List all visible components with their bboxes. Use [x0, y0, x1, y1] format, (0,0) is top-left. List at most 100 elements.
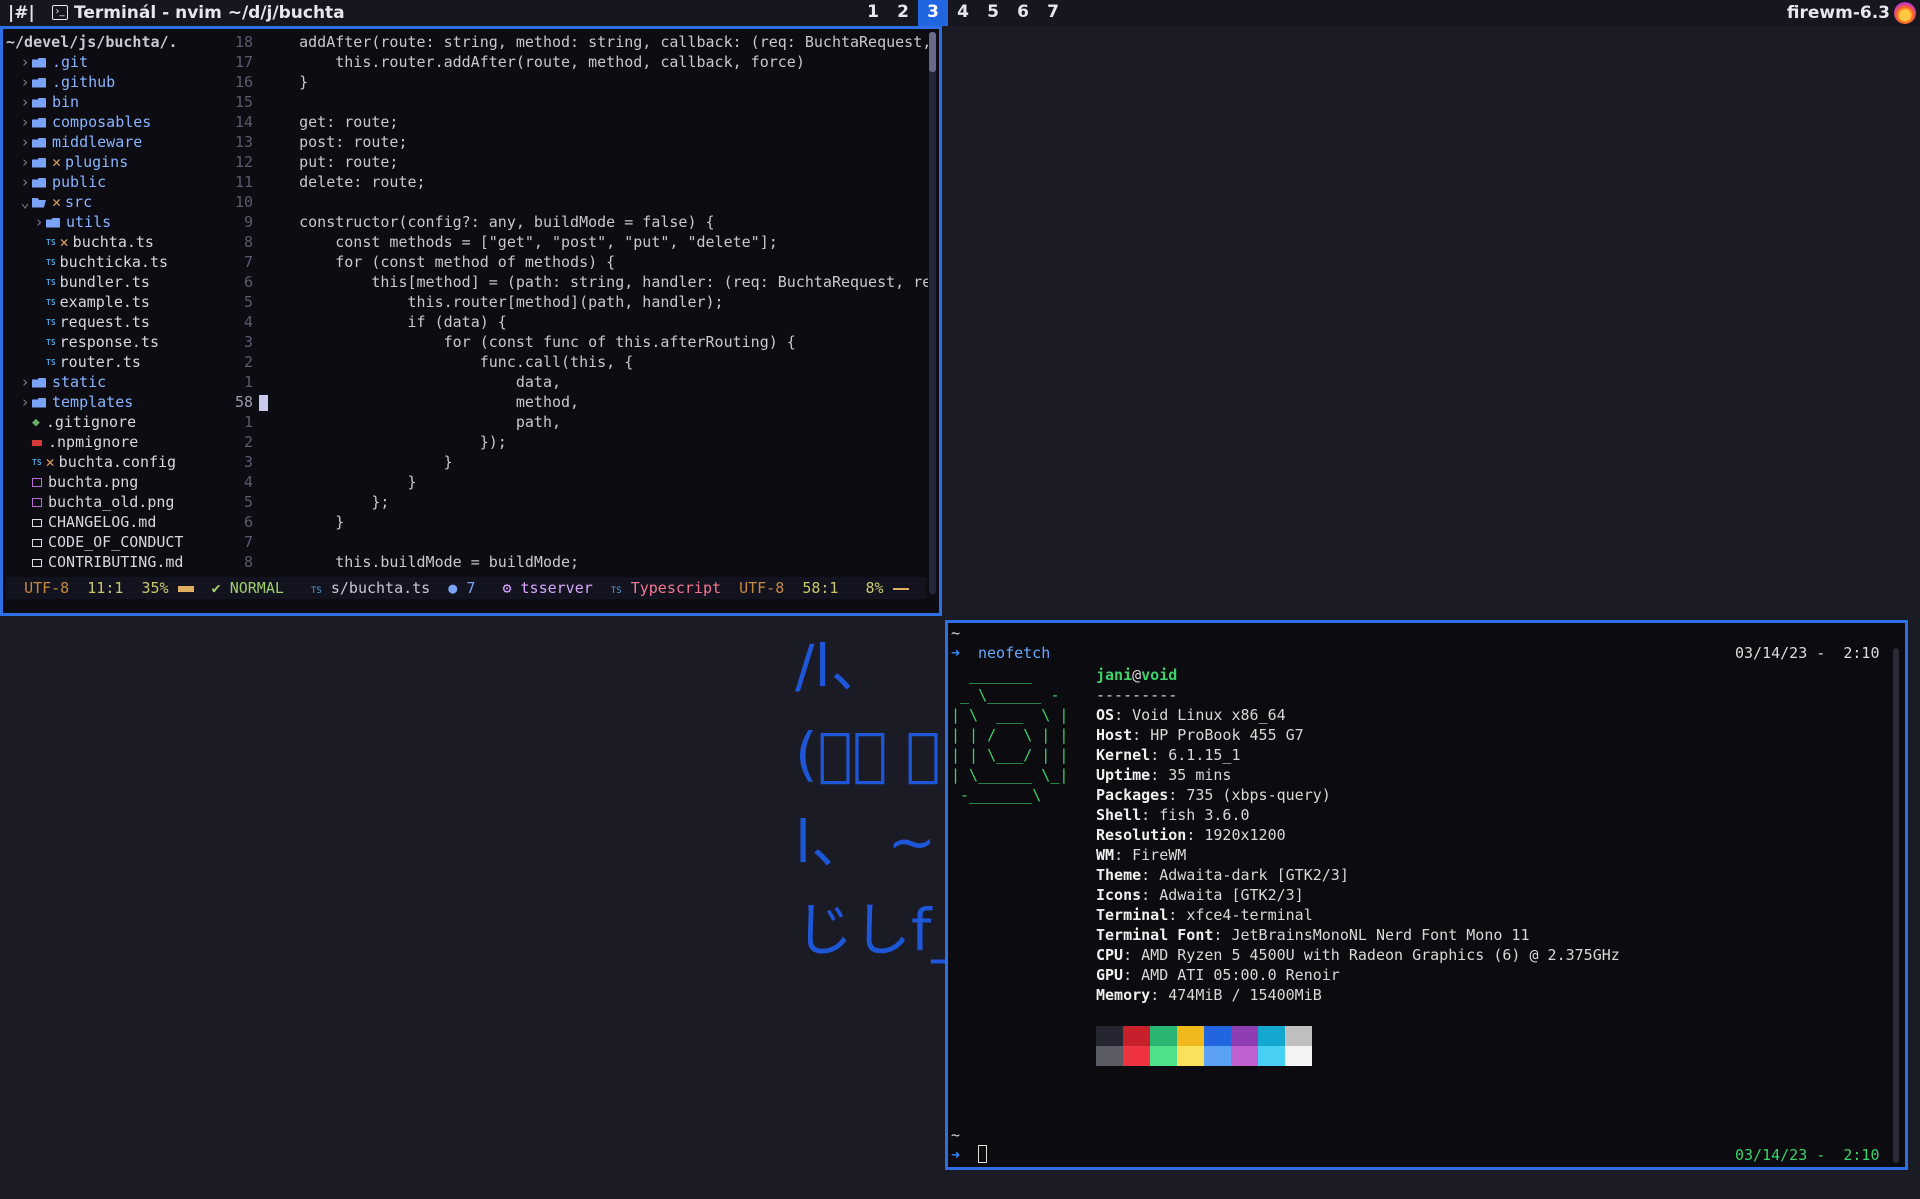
- tree-item[interactable]: › ✕ plugins: [6, 152, 201, 172]
- scrollbar-thumb[interactable]: [929, 32, 936, 72]
- tree-item[interactable]: › .github: [6, 72, 201, 92]
- workspace-3[interactable]: 3: [918, 0, 948, 26]
- tree-item[interactable]: CHANGELOG.md: [6, 512, 201, 532]
- info-value: AMD ATI 05:00.0 Renoir: [1141, 966, 1340, 984]
- caret-icon: ›: [20, 113, 30, 131]
- code-line[interactable]: 12 put: route;: [203, 152, 928, 172]
- code-line[interactable]: 3 }: [203, 452, 928, 472]
- code-line[interactable]: 4 if (data) {: [203, 312, 928, 332]
- layout-indicator[interactable]: |#|: [8, 3, 35, 23]
- folder-icon: [46, 217, 60, 228]
- tree-item[interactable]: › static: [6, 372, 201, 392]
- workspace-2[interactable]: 2: [888, 0, 918, 26]
- code-line[interactable]: 3 for (const func of this.afterRouting) …: [203, 332, 928, 352]
- code-line[interactable]: 1 path,: [203, 412, 928, 432]
- tree-item[interactable]: ◆ .gitignore: [6, 412, 201, 432]
- diagnostics-count: 7: [466, 579, 476, 597]
- caret-icon: ›: [20, 73, 30, 91]
- tree-item-label: buchta_old.png: [48, 493, 175, 511]
- tree-item[interactable]: › middleware: [6, 132, 201, 152]
- tree-item[interactable]: TS ✕ buchta.config: [6, 452, 201, 472]
- code-line[interactable]: 14 get: route;: [203, 112, 928, 132]
- tree-item[interactable]: TS router.ts: [6, 352, 201, 372]
- code-line[interactable]: 6 this[method] = (path: string, handler:…: [203, 272, 928, 292]
- tree-item[interactable]: CODE_OF_CONDUCT: [6, 532, 201, 552]
- info-key: Icons: [1096, 886, 1142, 904]
- tree-item-label: .npmignore: [48, 433, 139, 451]
- code-line[interactable]: 58 method,: [203, 392, 928, 412]
- tree-item[interactable]: TS ✕ buchta.ts: [6, 232, 201, 252]
- username: jani: [1096, 666, 1133, 684]
- tree-item[interactable]: TS buchticka.ts: [6, 252, 201, 272]
- terminal-scrollbar[interactable]: [1893, 648, 1899, 1163]
- git-icon: ◆: [32, 414, 40, 430]
- tree-item[interactable]: CONTRIBUTING.md: [6, 552, 201, 572]
- workspace-4[interactable]: 4: [948, 0, 978, 26]
- code-editor[interactable]: 18 addAfter(route: string, method: strin…: [203, 32, 928, 578]
- tree-item-label: buchta.ts: [72, 233, 154, 251]
- code-line[interactable]: 8 this.buildMode = buildMode;: [203, 552, 928, 572]
- tree-item[interactable]: ⌄ ✕ src: [6, 192, 201, 212]
- code-line[interactable]: 8 const methods = ["get", "post", "put",…: [203, 232, 928, 252]
- code-line[interactable]: 16 }: [203, 72, 928, 92]
- info-row: Uptime: 35 mins: [1096, 765, 1620, 785]
- workspace-6[interactable]: 6: [1008, 0, 1038, 26]
- editor-scrollbar[interactable]: [929, 32, 936, 594]
- code-line[interactable]: 18 addAfter(route: string, method: strin…: [203, 32, 928, 52]
- tree-item[interactable]: › bin: [6, 92, 201, 112]
- code-text: this[method] = (path: string, handler: (…: [263, 273, 928, 291]
- workspace-1[interactable]: 1: [858, 0, 888, 26]
- nvim-window[interactable]: ~/devel/js/buchta/. › .git › .github › bin › co…: [0, 26, 942, 616]
- code-line[interactable]: 4 }: [203, 472, 928, 492]
- info-row: CPU: AMD Ryzen 5 4500U with Radeon Graph…: [1096, 945, 1620, 965]
- tree-item-label: response.ts: [59, 333, 159, 351]
- code-line[interactable]: 11 delete: route;: [203, 172, 928, 192]
- lsp-icon: ⚙: [502, 579, 512, 597]
- tree-item[interactable]: TS bundler.ts: [6, 272, 201, 292]
- tree-item[interactable]: › .git: [6, 52, 201, 72]
- code-line[interactable]: 5 };: [203, 492, 928, 512]
- code-line[interactable]: 10: [203, 192, 928, 212]
- tree-item[interactable]: › templates: [6, 392, 201, 412]
- terminal-window[interactable]: ~ ➜ neofetch 03/14/23 - 2:10 _______ _ \…: [945, 620, 1908, 1170]
- workspace-7[interactable]: 7: [1038, 0, 1068, 26]
- tree-item[interactable]: › public: [6, 172, 201, 192]
- scroll-block-icon: [177, 585, 194, 592]
- void-ascii-logo: _______ _ \______ - | \ ___ \ | | | / \ …: [951, 666, 1069, 804]
- color-swatch: [1096, 1046, 1123, 1066]
- ts-file-icon: TS: [311, 586, 322, 596]
- code-line[interactable]: 9 constructor(config?: any, buildMode = …: [203, 212, 928, 232]
- workspace-5[interactable]: 5: [978, 0, 1008, 26]
- tree-item[interactable]: buchta.png: [6, 472, 201, 492]
- info-value: Adwaita [GTK2/3]: [1159, 886, 1304, 904]
- code-line[interactable]: 5 this.router[method](path, handler);: [203, 292, 928, 312]
- tree-item[interactable]: › utils: [6, 212, 201, 232]
- tree-item[interactable]: TS request.ts: [6, 312, 201, 332]
- tree-item[interactable]: .npmignore: [6, 432, 201, 452]
- tree-item[interactable]: › composables: [6, 112, 201, 132]
- code-text: this.buildMode = buildMode;: [263, 553, 580, 571]
- code-line[interactable]: 2 func.call(this, {: [203, 352, 928, 372]
- code-line[interactable]: 7 for (const method of methods) {: [203, 252, 928, 272]
- code-line[interactable]: 7: [203, 532, 928, 552]
- code-line[interactable]: 17 this.router.addAfter(route, method, c…: [203, 52, 928, 72]
- code-line[interactable]: 2 });: [203, 432, 928, 452]
- workspace-switcher: 1234567: [858, 0, 1068, 26]
- code-text: }: [263, 453, 453, 471]
- code-line[interactable]: 13 post: route;: [203, 132, 928, 152]
- tree-item[interactable]: TS response.ts: [6, 332, 201, 352]
- status-line: UTF-8 11:1 35% ✔ NORMAL TS s/buchta.ts ●…: [6, 577, 926, 599]
- tree-item[interactable]: TS example.ts: [6, 292, 201, 312]
- tree-item[interactable]: buchta_old.png: [6, 492, 201, 512]
- line-number: 15: [234, 93, 253, 111]
- info-key: Terminal Font: [1096, 926, 1214, 944]
- info-row: Theme: Adwaita-dark [GTK2/3]: [1096, 865, 1620, 885]
- file-tree-root[interactable]: ~/devel/js/buchta/.: [6, 32, 201, 52]
- code-line[interactable]: 6 }: [203, 512, 928, 532]
- tree-encoding: UTF-8: [24, 579, 70, 597]
- tree-item-label: bundler.ts: [59, 273, 150, 291]
- line-number: 4: [243, 473, 253, 491]
- line-number: 3: [243, 333, 253, 351]
- code-line[interactable]: 1 data,: [203, 372, 928, 392]
- code-line[interactable]: 15: [203, 92, 928, 112]
